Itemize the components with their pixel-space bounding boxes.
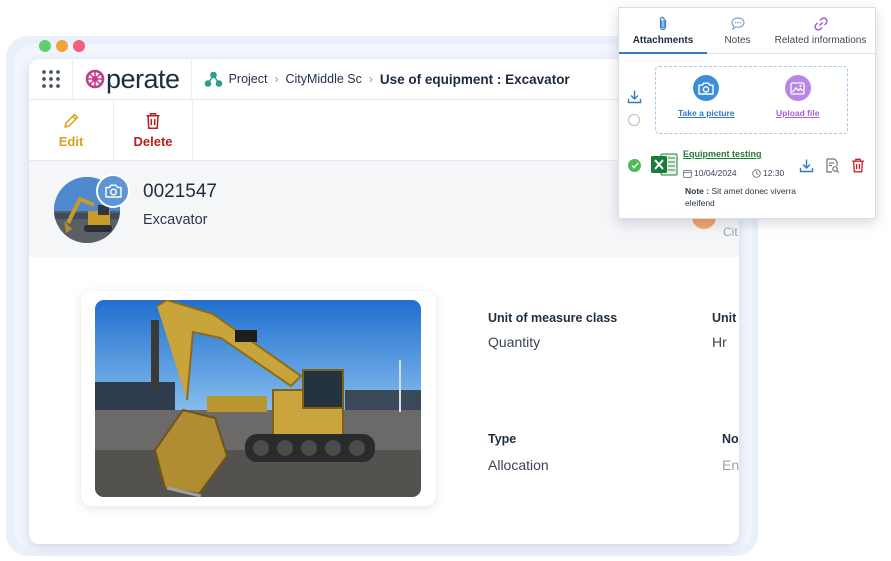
attachment-note: Note : Sit amet donec viverra eleifend (685, 185, 817, 209)
field-label-unit-class: Unit of measure class (488, 311, 618, 325)
attachment-date-text: 10/04/2024 (694, 168, 737, 178)
paperclip-icon (658, 16, 668, 32)
field-label-type: Type (488, 432, 517, 446)
chat-bubble-icon (730, 16, 745, 32)
tab-notes-label: Notes (724, 34, 751, 46)
window-dot-red[interactable] (73, 40, 85, 52)
project-network-icon (204, 71, 222, 87)
page-title: Use of equipment : Excavator (379, 71, 570, 87)
image-circle (784, 75, 811, 101)
clock-icon (752, 168, 761, 178)
edit-label: Edit (58, 133, 84, 149)
field-value-unit: Hr (712, 334, 727, 350)
attachment-selected-check[interactable] (628, 159, 641, 172)
select-all-radio[interactable] (628, 114, 640, 126)
delete-attachment-icon[interactable] (851, 158, 865, 173)
window-controls (39, 40, 85, 52)
attachments-panel: Attachments Notes Related informations T… (618, 7, 876, 219)
tab-notes[interactable]: Notes (707, 8, 768, 53)
equipment-photo (95, 300, 421, 497)
window-dot-orange[interactable] (56, 40, 68, 52)
breadcrumb-chevron-icon: › (274, 72, 279, 86)
attachment-date: 10/04/2024 (683, 168, 737, 178)
attachment-title-link[interactable]: Equipment testing (683, 149, 762, 159)
breadcrumb-project[interactable]: Project (229, 72, 268, 86)
logo-text: perate (106, 63, 180, 94)
equipment-code: 0021547 (143, 181, 217, 202)
delete-label: Delete (133, 133, 173, 149)
upload-file-button[interactable]: Upload file (776, 75, 819, 118)
camera-icon (698, 82, 714, 95)
operate-logo[interactable]: perate (73, 59, 192, 99)
delete-button[interactable]: Delete (114, 100, 193, 160)
take-picture-button[interactable]: Take a picture (678, 75, 735, 118)
attachment-time-text: 12:30 (763, 168, 785, 178)
app-grid-button[interactable] (29, 59, 73, 99)
take-picture-label: Take a picture (678, 108, 735, 118)
tab-related-label: Related informations (774, 34, 867, 46)
field-value-type: Allocation (488, 457, 549, 473)
side-text: Cit (723, 225, 738, 239)
field-value-unit-class: Quantity (488, 334, 541, 350)
check-icon (631, 162, 639, 169)
upload-file-label: Upload file (776, 108, 820, 118)
equipment-photo-card (81, 291, 436, 506)
tab-attachments[interactable]: Attachments (619, 8, 707, 54)
app-grid-icon (41, 70, 60, 88)
breadcrumb-chevron-icon: › (368, 72, 373, 86)
attachment-time: 12:30 (752, 168, 784, 178)
window-dot-green[interactable] (39, 40, 51, 52)
operate-logo-mark-icon (85, 69, 105, 89)
change-photo-button[interactable] (96, 174, 130, 208)
field-label-no: No (722, 432, 739, 446)
trash-icon (146, 112, 160, 129)
download-attachment-icon[interactable] (799, 158, 814, 173)
field-value-no: En (722, 457, 739, 473)
note-label: Note : (685, 186, 710, 196)
field-label-unit: Unit (712, 311, 737, 325)
calendar-icon (683, 169, 692, 178)
camera-icon (104, 184, 122, 198)
camera-circle (693, 75, 720, 101)
tab-attachments-label: Attachments (632, 34, 694, 46)
upload-dropzone[interactable]: Take a picture Upload file (655, 66, 848, 134)
panel-tabs: Attachments Notes Related informations (619, 8, 875, 54)
edit-button[interactable]: Edit (29, 100, 114, 160)
pencil-icon (64, 113, 79, 128)
equipment-name: Excavator (143, 212, 208, 228)
download-all-icon[interactable] (627, 89, 642, 104)
tab-related-informations[interactable]: Related informations (768, 8, 873, 53)
excavator-photo-illustration (95, 300, 421, 497)
breadcrumb: Project › CityMiddle Sc › Use of equipme… (192, 71, 570, 88)
excel-file-icon (651, 153, 678, 176)
image-upload-icon (790, 81, 805, 95)
preview-document-icon[interactable] (825, 158, 840, 173)
link-icon (813, 16, 828, 32)
breadcrumb-site[interactable]: CityMiddle Sc (285, 72, 361, 86)
